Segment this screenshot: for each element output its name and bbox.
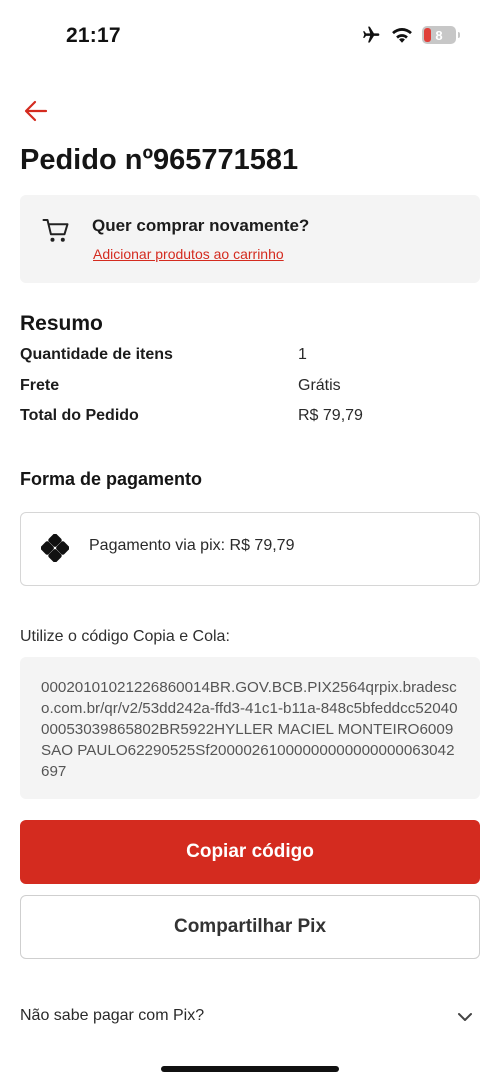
back-button[interactable]	[22, 98, 50, 124]
summary-value: 1	[298, 346, 307, 363]
pix-icon	[41, 534, 69, 562]
pix-help-accordion[interactable]: Não sabe pagar com Pix?	[20, 997, 480, 1037]
status-icons: 8	[360, 25, 460, 45]
battery-level: 8	[435, 27, 443, 43]
arrow-left-icon	[24, 100, 48, 122]
summary-value: Grátis	[298, 377, 341, 394]
summary-label: Frete	[20, 377, 60, 394]
pix-code-box[interactable]: 00020101021226860014BR.GOV.BCB.PIX2564qr…	[20, 657, 480, 799]
summary-title: Resumo	[20, 312, 103, 335]
add-to-cart-link[interactable]: Adicionar produtos ao carrinho	[93, 246, 284, 262]
payment-title: Forma de pagamento	[20, 469, 203, 489]
status-bar: 21:17 8	[0, 0, 500, 72]
cart-icon	[42, 219, 69, 242]
battery-icon: 8	[422, 26, 460, 44]
summary-value: R$ 79,79	[298, 407, 363, 424]
buy-again-card: Quer comprar novamente? Adicionar produt…	[20, 195, 480, 283]
summary-row-shipping: Frete Grátis	[20, 377, 480, 399]
airplane-icon	[363, 26, 380, 43]
summary-row-total: Total do Pedido R$ 79,79	[20, 407, 480, 429]
payment-method-text: Pagamento via pix: R$ 79,79	[89, 537, 295, 554]
share-pix-button[interactable]: Compartilhar Pix	[20, 895, 480, 959]
pix-code-text[interactable]: 00020101021226860014BR.GOV.BCB.PIX2564qr…	[41, 677, 461, 782]
payment-method-card: Pagamento via pix: R$ 79,79	[20, 512, 480, 586]
summary-label: Total do Pedido	[20, 407, 139, 424]
help-question: Não sabe pagar com Pix?	[20, 1007, 205, 1024]
home-indicator	[161, 1066, 339, 1072]
page-title: Pedido nº965771581	[20, 144, 299, 176]
summary-label: Quantidade de itens	[20, 346, 173, 363]
buy-again-title: Quer comprar novamente?	[92, 216, 310, 235]
chevron-down-icon	[458, 1013, 472, 1021]
order-page: 21:17 8 Pedido nº965771581 Quer comprar …	[0, 0, 500, 1083]
code-instruction: Utilize o código Copia e Cola:	[20, 628, 230, 645]
copy-code-button[interactable]: Copiar código	[20, 820, 480, 884]
summary-row-quantity: Quantidade de itens 1	[20, 346, 480, 368]
wifi-icon	[392, 28, 412, 43]
status-time: 21:17	[66, 24, 121, 47]
